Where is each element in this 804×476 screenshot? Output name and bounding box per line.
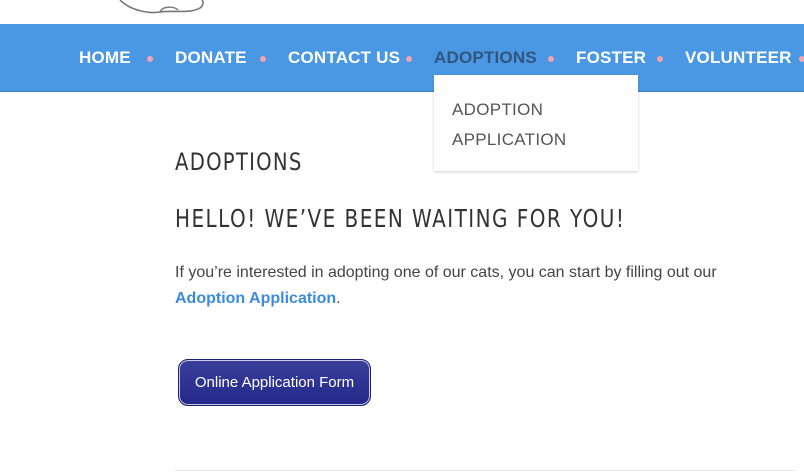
main-nav: HOME DONATE CONTACT US ADOPTIONS FOSTER …: [0, 24, 804, 92]
nav-separator-dot: [799, 56, 804, 62]
intro-paragraph: If you’re interested in adopting one of …: [175, 260, 775, 312]
dropdown-item-adoption-application[interactable]: ADOPTION APPLICATION: [452, 95, 620, 155]
nav-home[interactable]: HOME: [79, 24, 131, 92]
nav-separator-dot: [406, 56, 412, 62]
nav-separator-dot: [657, 56, 663, 62]
intro-text: If you’re interested in adopting one of …: [175, 264, 717, 281]
logo-image: [119, 0, 204, 14]
nav-separator-dot: [548, 56, 554, 62]
dropdown-item-label-line1: ADOPTION: [452, 100, 544, 119]
nav-separator-dot: [260, 56, 266, 62]
adoptions-dropdown-menu: ADOPTION APPLICATION: [434, 75, 638, 171]
dropdown-item-label-line2: APPLICATION: [452, 130, 567, 149]
page-heading: HELLO! WE’VE BEEN WAITING FOR YOU!: [175, 204, 626, 233]
nav-volunteer[interactable]: VOLUNTEER: [685, 24, 792, 92]
online-application-form-button[interactable]: Online Application Form: [178, 359, 371, 406]
intro-period: .: [336, 290, 341, 307]
nav-contact-us[interactable]: CONTACT US: [288, 24, 400, 92]
nav-separator-dot: [147, 56, 153, 62]
page-title: ADOPTIONS: [175, 148, 303, 176]
nav-donate[interactable]: DONATE: [175, 24, 247, 92]
content-divider: [175, 470, 795, 471]
adoption-application-link[interactable]: Adoption Application: [175, 290, 336, 307]
